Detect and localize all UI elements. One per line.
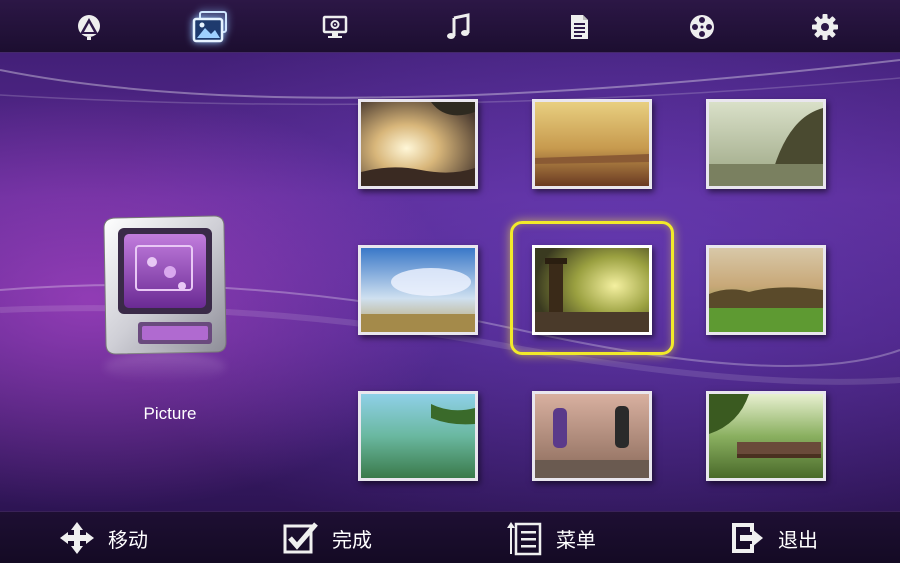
hint-move-label: 移动 (108, 527, 148, 552)
picture-icon (192, 11, 227, 43)
exit-icon (732, 523, 763, 553)
film-reel-icon (690, 15, 714, 39)
hint-move[interactable]: 移动 (58, 520, 148, 556)
thumbnail-park-bench[interactable] (706, 391, 826, 481)
thumbnail-runners-road[interactable] (532, 391, 652, 481)
hint-menu[interactable]: 菜单 (506, 520, 596, 556)
app-label: Picture (143, 404, 197, 423)
thumbnail-green-field-treeline[interactable] (706, 245, 826, 335)
thumbnail-sunburst-forest[interactable] (358, 99, 478, 189)
thumbnail-lighthouse-sunset[interactable] (532, 245, 652, 335)
nav-picture[interactable] (188, 7, 232, 47)
thumbnail-blue-sky-meadow[interactable] (358, 245, 478, 335)
checkbox-icon (283, 522, 318, 554)
top-nav-bar (0, 0, 900, 53)
dpad-arrows-icon (60, 522, 94, 554)
hint-done-label: 完成 (332, 527, 372, 552)
nav-movie[interactable] (680, 7, 724, 47)
nav-settings[interactable] (803, 7, 847, 47)
hint-exit-label: 退出 (778, 527, 818, 552)
hint-menu-label: 菜单 (556, 527, 596, 552)
bottom-hint-bar: 移动 完成 菜单 退出 (0, 511, 900, 563)
document-icon (571, 15, 588, 39)
thumbnail-golden-field[interactable] (532, 99, 652, 189)
media-browser-screen: Picture 移动 完成 菜单 退出 (0, 0, 900, 563)
picture-app-icon (103, 215, 227, 355)
music-note-icon (447, 13, 470, 39)
hint-exit[interactable]: 退出 (728, 520, 818, 556)
hint-done[interactable]: 完成 (282, 520, 372, 556)
gear-icon (812, 14, 838, 40)
monitor-gear-icon (322, 15, 348, 38)
thumbnail-tropical-lagoon[interactable] (358, 391, 478, 481)
nav-music[interactable] (436, 7, 480, 47)
home-triangle-icon (78, 15, 100, 40)
app-icon-reflection (104, 352, 226, 382)
thumbnail-misty-tree-lake[interactable] (706, 99, 826, 189)
menu-list-icon (507, 522, 542, 556)
nav-text[interactable] (557, 7, 601, 47)
nav-home[interactable] (67, 7, 111, 47)
nav-video[interactable] (313, 7, 357, 47)
